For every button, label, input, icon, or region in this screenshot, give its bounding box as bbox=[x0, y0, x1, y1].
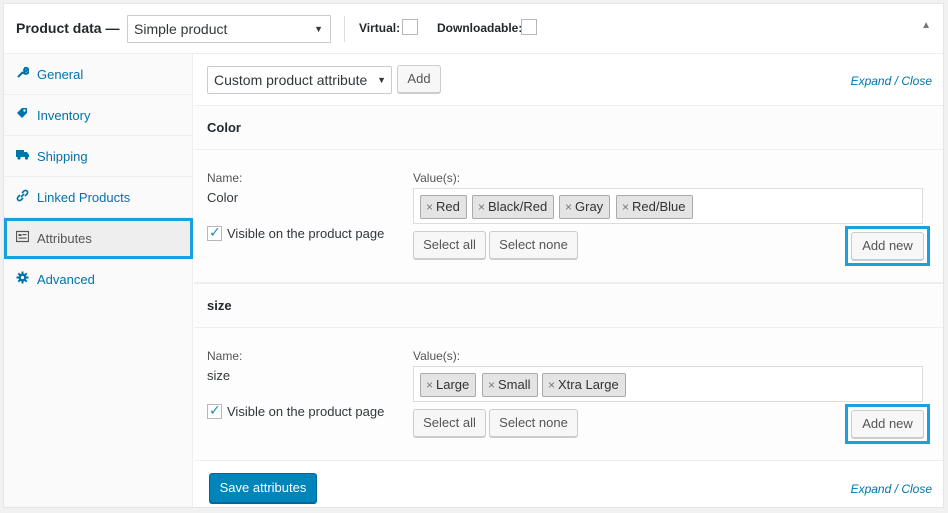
attribute-title: size bbox=[207, 298, 232, 313]
attribute-type-select[interactable]: Custom product attribute ▼ bbox=[207, 66, 392, 94]
tag-label: Red bbox=[436, 199, 460, 214]
select-all-button[interactable]: Select all bbox=[413, 231, 486, 259]
link-icon bbox=[16, 189, 29, 202]
tab-shipping[interactable]: Shipping bbox=[4, 136, 193, 177]
select-all-button[interactable]: Select all bbox=[413, 409, 486, 437]
close-link[interactable]: Close bbox=[901, 74, 932, 88]
values-tag-input[interactable]: × Red × Black/Red × Gray × Red/Blue bbox=[413, 188, 923, 224]
value-tag[interactable]: × Large bbox=[420, 373, 477, 397]
attribute-header-size[interactable]: size bbox=[194, 283, 943, 328]
chevron-down-icon: ▼ bbox=[314, 24, 323, 34]
attribute-body-size: Name: size ✓ Visible on the product page… bbox=[194, 328, 943, 461]
select-none-button[interactable]: Select none bbox=[489, 409, 578, 437]
product-data-header: Product data — Simple product ▼ Virtual:… bbox=[4, 4, 943, 54]
remove-tag-icon[interactable]: × bbox=[565, 200, 572, 214]
tab-advanced-label: Advanced bbox=[37, 272, 95, 287]
product-data-tabs: General Inventory Shipping Linked Produc… bbox=[4, 54, 193, 507]
value-tag[interactable]: × Xtra Large bbox=[542, 373, 626, 397]
tab-inventory-label: Inventory bbox=[37, 108, 91, 123]
tag-label: Black/Red bbox=[488, 199, 548, 214]
remove-tag-icon[interactable]: × bbox=[488, 378, 495, 392]
tab-attributes-label: Attributes bbox=[37, 231, 92, 246]
tag-label: Red/Blue bbox=[632, 199, 686, 214]
expand-close-bottom: Expand / Close bbox=[851, 482, 932, 496]
product-type-select[interactable]: Simple product ▼ bbox=[127, 15, 331, 43]
product-type-value: Simple product bbox=[134, 21, 228, 37]
link-separator: / bbox=[894, 74, 898, 88]
values-tag-input[interactable]: × Large × Small × Xtra Large bbox=[413, 366, 923, 402]
name-label: Name: bbox=[207, 171, 243, 185]
add-new-highlight: Add new bbox=[845, 226, 930, 266]
tab-linked-products-label: Linked Products bbox=[37, 190, 131, 205]
remove-tag-icon[interactable]: × bbox=[426, 378, 433, 392]
product-data-panel: Product data — Simple product ▼ Virtual:… bbox=[3, 3, 944, 508]
divider bbox=[344, 16, 345, 42]
value-tag[interactable]: × Red/Blue bbox=[616, 195, 693, 219]
select-none-button[interactable]: Select none bbox=[489, 231, 578, 259]
remove-tag-icon[interactable]: × bbox=[426, 200, 433, 214]
tab-general-label: General bbox=[37, 67, 84, 82]
attribute-type-value: Custom product attribute bbox=[214, 72, 368, 88]
wrench-icon bbox=[16, 66, 30, 79]
expand-link[interactable]: Expand bbox=[851, 74, 892, 88]
link-separator: / bbox=[894, 482, 898, 496]
tag-label: Gray bbox=[575, 199, 604, 214]
attribute-body-color: Name: Color ✓ Visible on the product pag… bbox=[194, 150, 943, 283]
collapse-arrow-icon[interactable]: ▲ bbox=[921, 20, 931, 31]
gear-icon bbox=[16, 271, 29, 284]
visible-label: Visible on the product page bbox=[227, 226, 385, 241]
expand-link[interactable]: Expand bbox=[851, 482, 892, 496]
truck-icon bbox=[16, 148, 29, 161]
attributes-icon bbox=[15, 230, 30, 243]
add-new-highlight: Add new bbox=[845, 404, 930, 444]
panel-title: Product data — bbox=[16, 20, 120, 36]
remove-tag-icon[interactable]: × bbox=[478, 200, 485, 214]
remove-tag-icon[interactable]: × bbox=[622, 200, 629, 214]
remove-tag-icon[interactable]: × bbox=[548, 378, 555, 392]
name-value: Color bbox=[207, 190, 239, 205]
tab-shipping-label: Shipping bbox=[37, 149, 88, 164]
name-label: Name: bbox=[207, 349, 243, 363]
virtual-label: Virtual: bbox=[359, 21, 401, 35]
value-tag[interactable]: × Small bbox=[482, 373, 538, 397]
add-new-button[interactable]: Add new bbox=[851, 410, 924, 438]
tab-advanced[interactable]: Advanced bbox=[4, 259, 193, 300]
save-attributes-button[interactable]: Save attributes bbox=[209, 473, 317, 503]
visible-label: Visible on the product page bbox=[227, 404, 385, 419]
checkmark-icon: ✓ bbox=[209, 402, 221, 418]
tab-inventory[interactable]: Inventory bbox=[4, 95, 193, 136]
add-attribute-button[interactable]: Add bbox=[397, 65, 441, 93]
attribute-header-color[interactable]: Color bbox=[194, 105, 943, 150]
add-new-button[interactable]: Add new bbox=[851, 232, 924, 260]
tab-attributes[interactable]: Attributes bbox=[4, 218, 193, 259]
tab-general[interactable]: General bbox=[4, 54, 193, 95]
values-label: Value(s): bbox=[413, 171, 461, 185]
visible-checkbox[interactable]: ✓ bbox=[207, 402, 222, 419]
chevron-down-icon: ▼ bbox=[377, 75, 386, 85]
tag-label: Large bbox=[436, 377, 470, 392]
downloadable-label: Downloadable: bbox=[437, 21, 523, 35]
values-label: Value(s): bbox=[413, 349, 461, 363]
tag-label: Small bbox=[498, 377, 531, 392]
value-tag[interactable]: × Black/Red bbox=[472, 195, 555, 219]
attribute-title: Color bbox=[207, 120, 241, 135]
checkmark-icon: ✓ bbox=[209, 224, 221, 240]
virtual-checkbox[interactable] bbox=[402, 19, 418, 35]
tag-icon bbox=[16, 107, 29, 120]
downloadable-checkbox[interactable] bbox=[521, 19, 537, 35]
expand-close-top: Expand / Close bbox=[851, 74, 932, 88]
name-value: size bbox=[207, 368, 231, 383]
value-tag[interactable]: × Gray bbox=[559, 195, 611, 219]
visible-checkbox[interactable]: ✓ bbox=[207, 224, 222, 241]
attributes-panel: Custom product attribute ▼ Add Expand / … bbox=[194, 54, 943, 507]
value-tag[interactable]: × Red bbox=[420, 195, 467, 219]
tag-label: Xtra Large bbox=[558, 377, 619, 392]
close-link[interactable]: Close bbox=[901, 482, 932, 496]
tab-linked-products[interactable]: Linked Products bbox=[4, 177, 193, 218]
